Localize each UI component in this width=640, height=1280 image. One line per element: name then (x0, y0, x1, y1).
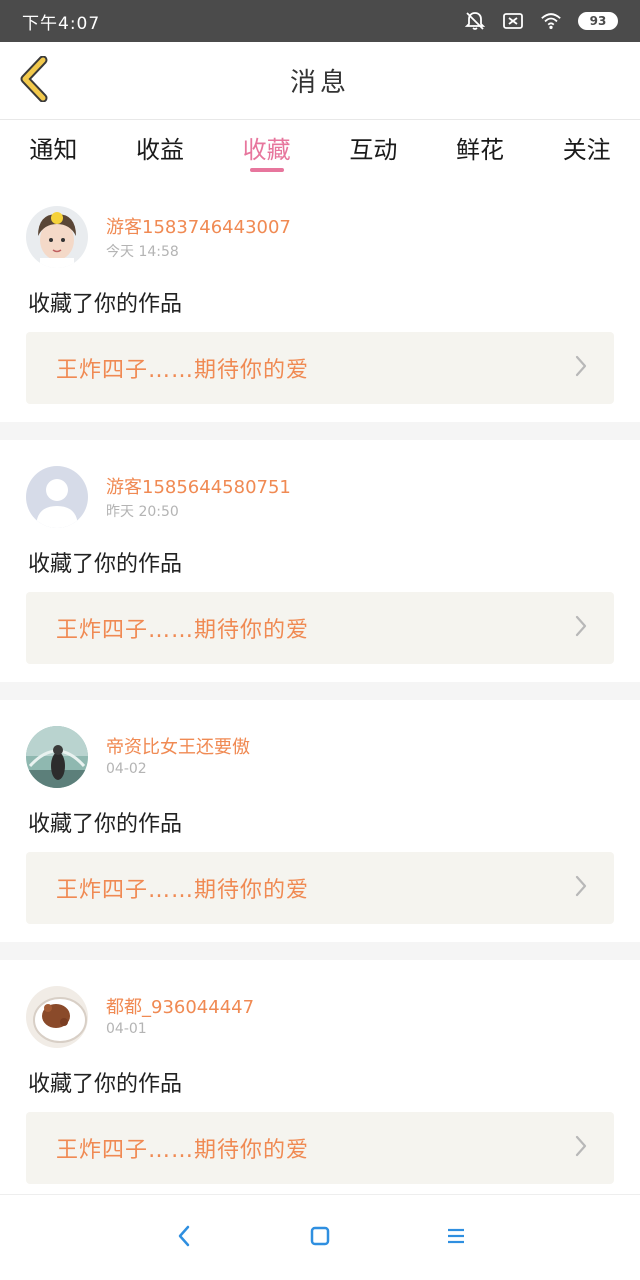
nav-menu-button[interactable] (438, 1220, 474, 1256)
message-tabs: 通知 收益 收藏 互动 鲜花 关注 (0, 120, 640, 176)
nav-home-button[interactable] (302, 1220, 338, 1256)
chevron-right-icon (574, 354, 588, 382)
status-time: 下午4:07 (22, 13, 101, 34)
tab-favorites[interactable]: 收藏 (213, 120, 320, 176)
wifi-icon (540, 10, 562, 32)
timestamp: 04-02 (106, 761, 147, 777)
nav-home-icon (309, 1225, 331, 1251)
work-title: 王炸四子……期待你的爱 (56, 618, 310, 643)
tab-label: 互动 (349, 136, 398, 164)
system-nav-bar (0, 1194, 640, 1280)
username[interactable]: 游客1585644580751 (106, 473, 291, 499)
list-item: 游客1585644580751 昨天 20:50 收藏了你的作品 王炸四子……期… (0, 440, 640, 682)
work-title: 王炸四子……期待你的爱 (56, 1138, 310, 1163)
tab-interactions[interactable]: 互动 (320, 120, 427, 176)
action-text: 收藏了你的作品 (28, 812, 183, 837)
avatar[interactable] (26, 206, 88, 268)
nav-menu-icon (445, 1225, 467, 1251)
action-text: 收藏了你的作品 (28, 292, 183, 317)
tab-label: 收藏 (242, 136, 291, 164)
username[interactable]: 帝资比女王还要傲 (106, 733, 250, 759)
tab-earnings[interactable]: 收益 (107, 120, 214, 176)
chevron-left-icon (17, 55, 51, 106)
tab-label: 关注 (562, 136, 611, 164)
back-button[interactable] (14, 55, 54, 106)
status-icons: 93 (464, 10, 618, 32)
tab-flowers[interactable]: 鲜花 (427, 120, 534, 176)
work-link[interactable]: 王炸四子……期待你的爱 (26, 332, 614, 404)
battery-level: 93 (589, 14, 607, 28)
no-sim-icon (502, 10, 524, 32)
tab-follows[interactable]: 关注 (533, 120, 640, 176)
avatar[interactable] (26, 726, 88, 788)
username[interactable]: 游客1583746443007 (106, 213, 291, 239)
chevron-right-icon (574, 874, 588, 902)
work-link[interactable]: 王炸四子……期待你的爱 (26, 852, 614, 924)
list-item: 都都_936044447 04-01 收藏了你的作品 王炸四子……期待你的爱 (0, 960, 640, 1202)
active-tab-indicator (249, 168, 284, 172)
battery-indicator: 93 (578, 12, 618, 30)
action-text: 收藏了你的作品 (28, 552, 183, 577)
item-separator (0, 942, 640, 960)
item-separator (0, 682, 640, 700)
list-item: 游客1583746443007 今天 14:58 收藏了你的作品 王炸四子……期… (0, 180, 640, 422)
list-item: 帝资比女王还要傲 04-02 收藏了你的作品 王炸四子……期待你的爱 (0, 700, 640, 942)
chevron-right-icon (574, 614, 588, 642)
tab-label: 通知 (29, 136, 78, 164)
avatar[interactable] (26, 466, 88, 528)
status-bar: 下午4:07 93 (0, 0, 640, 42)
app-header: 消息 (0, 42, 640, 120)
avatar[interactable] (26, 986, 88, 1048)
nav-back-button[interactable] (166, 1220, 202, 1256)
tab-label: 收益 (136, 136, 184, 164)
tab-label: 鲜花 (456, 136, 505, 164)
timestamp: 04-01 (106, 1021, 147, 1037)
work-title: 王炸四子……期待你的爱 (56, 358, 310, 383)
work-title: 王炸四子……期待你的爱 (56, 878, 310, 903)
work-link[interactable]: 王炸四子……期待你的爱 (26, 592, 614, 664)
mute-bell-icon (464, 10, 486, 32)
work-link[interactable]: 王炸四子……期待你的爱 (26, 1112, 614, 1184)
nav-back-icon (176, 1224, 192, 1252)
username[interactable]: 都都_936044447 (106, 993, 254, 1019)
action-text: 收藏了你的作品 (28, 1072, 183, 1097)
favorites-list: 游客1583746443007 今天 14:58 收藏了你的作品 王炸四子……期… (0, 180, 640, 1202)
tab-notifications[interactable]: 通知 (0, 120, 107, 176)
timestamp: 昨天 20:50 (106, 504, 179, 520)
timestamp: 今天 14:58 (106, 244, 179, 260)
chevron-right-icon (574, 1134, 588, 1162)
item-separator (0, 422, 640, 440)
page-title: 消息 (289, 68, 350, 98)
